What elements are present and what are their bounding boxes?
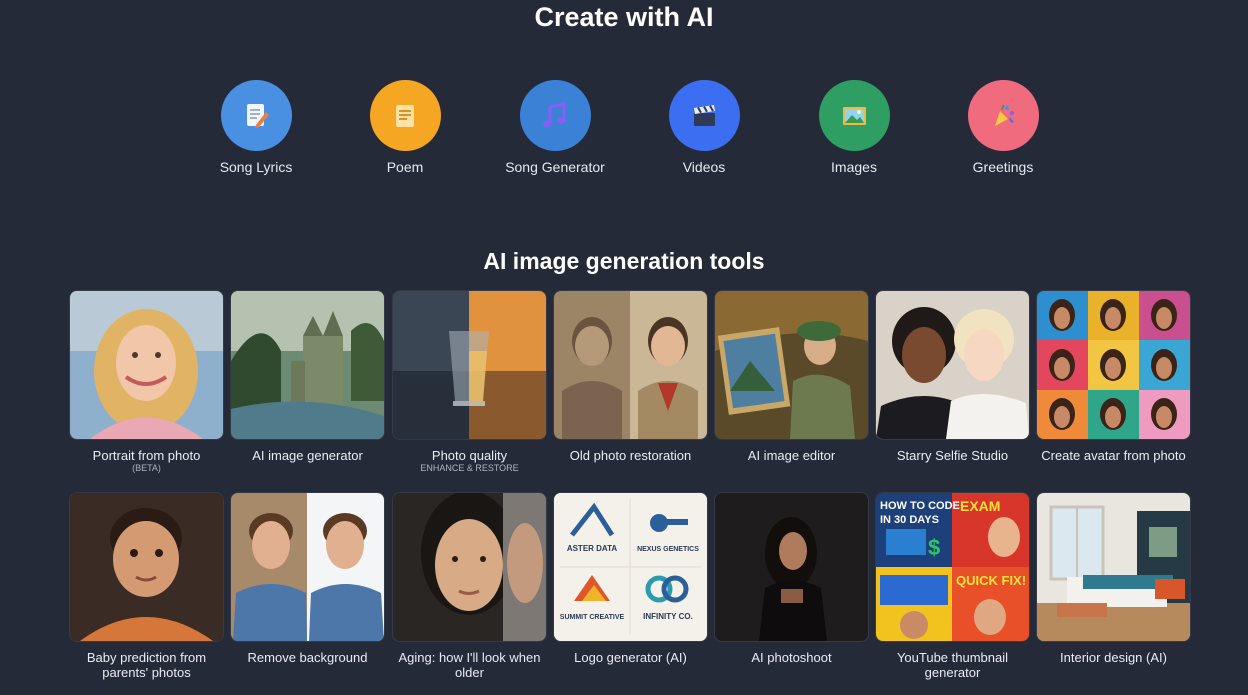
tool-thumbnail [70, 291, 223, 439]
logo-text-infinity: INFINITY CO. [643, 612, 693, 621]
note-icon [369, 80, 441, 151]
create-item-label: Images [831, 159, 877, 175]
tool-card-logo-generator[interactable]: ASTER DATA NEXUS GENETICS SUMMIT CREATIV… [554, 493, 707, 665]
logo-text-aster: ASTER DATA [567, 544, 618, 553]
thumb-text-how-to-code: HOW TO CODE [880, 500, 960, 512]
thumb-text-30-days: IN 30 DAYS [880, 514, 939, 526]
tool-card-ai-image-generator[interactable]: AI image generator [231, 291, 384, 463]
tool-label: AI photoshoot [751, 650, 832, 665]
create-item-label: Song Lyrics [219, 159, 293, 175]
tool-card-youtube-thumbnail-generator[interactable]: $ HOW TO CODE IN 30 DAYS EXAM QUICK FIX!… [876, 493, 1029, 680]
thumb-text-exam: EXAM [960, 498, 1000, 514]
tool-sublabel: (BETA) [132, 463, 161, 473]
tool-card-old-photo-restoration[interactable]: Old photo restoration [554, 291, 707, 463]
tool-card-photo-quality[interactable]: Photo quality ENHANCE & RESTORE [393, 291, 546, 474]
create-images-button[interactable]: Images [794, 80, 914, 176]
create-items-row: Song Lyrics Poem Song Generator Videos I… [0, 80, 1248, 200]
tool-thumbnail [715, 493, 868, 641]
tool-card-portrait-from-photo[interactable]: Portrait from photo (BETA) [70, 291, 223, 474]
tool-card-ai-photoshoot[interactable]: AI photoshoot [715, 493, 868, 665]
document-pen-icon [220, 80, 292, 151]
tool-label: Baby prediction from parents' photos [86, 650, 207, 680]
create-item-label: Poem [386, 159, 424, 175]
tool-thumbnail [876, 291, 1029, 439]
tool-sublabel: ENHANCE & RESTORE [420, 463, 519, 473]
tool-card-baby-prediction[interactable]: Baby prediction from parents' photos [70, 493, 223, 680]
tool-card-interior-design[interactable]: Interior design (AI) [1037, 493, 1190, 665]
tool-thumbnail [231, 493, 384, 641]
tool-label: Create avatar from photo [1041, 448, 1186, 463]
thumb-text-quick-fix: QUICK FIX! [956, 573, 1026, 588]
tool-thumbnail [393, 291, 546, 439]
tool-label: Photo quality [431, 448, 508, 463]
tool-thumbnail: ASTER DATA NEXUS GENETICS SUMMIT CREATIV… [554, 493, 707, 641]
svg-text:$: $ [928, 535, 940, 560]
logo-text-nexus: NEXUS GENETICS [637, 546, 699, 553]
tool-label: AI image editor [747, 448, 836, 463]
create-song-lyrics-button[interactable]: Song Lyrics [196, 80, 316, 176]
tool-card-remove-background[interactable]: Remove background [231, 493, 384, 665]
party-popper-icon [967, 80, 1039, 151]
tool-thumbnail [1037, 291, 1190, 439]
tool-card-starry-selfie-studio[interactable]: Starry Selfie Studio [876, 291, 1029, 463]
create-videos-button[interactable]: Videos [644, 80, 764, 176]
create-greetings-button[interactable]: Greetings [943, 80, 1063, 176]
clapperboard-icon [668, 80, 740, 151]
create-item-label: Greetings [972, 159, 1034, 175]
create-item-label: Videos [682, 159, 726, 175]
tool-thumbnail [231, 291, 384, 439]
tool-label: Interior design (AI) [1060, 650, 1167, 665]
tool-label: YouTube thumbnail generator [896, 650, 1009, 680]
create-song-generator-button[interactable]: Song Generator [495, 80, 615, 176]
logo-text-summit: SUMMIT CREATIVE [560, 614, 625, 621]
tools-section-title: AI image generation tools [483, 248, 765, 274]
tool-thumbnail [554, 291, 707, 439]
tool-label: Portrait from photo [92, 448, 201, 463]
create-item-label: Song Generator [505, 159, 605, 175]
tool-thumbnail [393, 493, 546, 641]
tool-card-create-avatar-from-photo[interactable]: Create avatar from photo [1037, 291, 1190, 463]
tool-thumbnail [715, 291, 868, 439]
tool-label: AI image generator [252, 448, 363, 463]
tool-label: Logo generator (AI) [574, 650, 687, 665]
create-poem-button[interactable]: Poem [345, 80, 465, 176]
create-with-ai-page: Create with AI Song Lyrics Poem Song Gen… [0, 0, 1248, 695]
tool-label: Old photo restoration [569, 448, 692, 463]
tool-thumbnail [1037, 493, 1190, 641]
picture-icon [818, 80, 890, 151]
tool-label: Starry Selfie Studio [896, 448, 1009, 463]
tool-thumbnail [70, 493, 223, 641]
create-section-title: Create with AI [534, 2, 714, 32]
tool-label: Aging: how I'll look when older [398, 650, 541, 680]
tool-card-aging[interactable]: Aging: how I'll look when older [393, 493, 546, 680]
music-note-icon [519, 80, 591, 151]
tool-label: Remove background [247, 650, 368, 665]
tool-card-ai-image-editor[interactable]: AI image editor [715, 291, 868, 463]
tool-thumbnail: $ HOW TO CODE IN 30 DAYS EXAM QUICK FIX! [876, 493, 1029, 641]
